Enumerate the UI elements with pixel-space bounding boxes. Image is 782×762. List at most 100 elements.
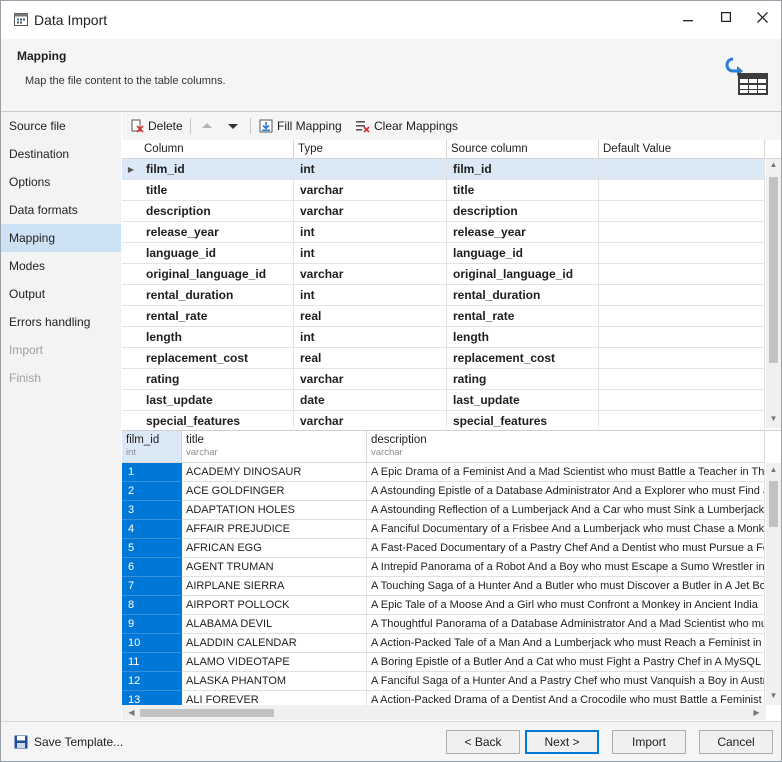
row-header[interactable]: [122, 306, 140, 327]
preview-vertical-scrollbar[interactable]: ▲ ▼: [766, 463, 781, 705]
row-header[interactable]: [122, 327, 140, 348]
mapping-cell-column[interactable]: release_year: [140, 222, 294, 243]
preview-row[interactable]: 7 AIRPLANE SIERRA A Touching Saga of a Hun…: [122, 577, 765, 596]
preview-cell-film-id[interactable]: 5: [122, 539, 182, 558]
scroll-down-icon[interactable]: ▼: [766, 414, 781, 423]
mapping-cell-default-value[interactable]: [599, 285, 765, 306]
mapping-cell-type[interactable]: int: [294, 327, 447, 348]
preview-cell-title[interactable]: ALASKA PHANTOM: [182, 672, 367, 691]
mapping-cell-type[interactable]: int: [294, 285, 447, 306]
column-header-column[interactable]: Column: [140, 140, 294, 159]
fill-mapping-button[interactable]: Fill Mapping: [259, 116, 342, 136]
scroll-up-icon[interactable]: ▲: [766, 160, 781, 169]
scroll-right-icon[interactable]: ▶: [749, 708, 764, 717]
preview-cell-description[interactable]: A Intrepid Panorama of a Robot And a Boy…: [367, 558, 765, 577]
preview-cell-title[interactable]: AIRPORT POLLOCK: [182, 596, 367, 615]
preview-cell-film-id[interactable]: 9: [122, 615, 182, 634]
preview-cell-description[interactable]: A Fast-Paced Documentary of a Pastry Che…: [367, 539, 765, 558]
minimize-button[interactable]: [667, 3, 709, 31]
preview-row[interactable]: 5 AFRICAN EGG A Fast-Paced Documentary of …: [122, 539, 765, 558]
clear-mappings-button[interactable]: Clear Mappings: [355, 116, 458, 136]
column-header-default-value[interactable]: Default Value: [599, 140, 765, 159]
mapping-cell-default-value[interactable]: [599, 201, 765, 222]
sidebar-item-modes[interactable]: Modes: [1, 252, 121, 280]
mapping-cell-type[interactable]: int: [294, 222, 447, 243]
mapping-cell-type[interactable]: varchar: [294, 180, 447, 201]
mapping-cell-type[interactable]: int: [294, 243, 447, 264]
preview-cell-title[interactable]: AFRICAN EGG: [182, 539, 367, 558]
preview-header-title[interactable]: title varchar: [182, 431, 367, 463]
mapping-cell-type[interactable]: varchar: [294, 411, 447, 428]
mapping-cell-default-value[interactable]: [599, 222, 765, 243]
mapping-row[interactable]: original_language_id varchar original_lang…: [122, 264, 765, 285]
mapping-cell-column[interactable]: rating: [140, 369, 294, 390]
preview-cell-film-id[interactable]: 7: [122, 577, 182, 596]
preview-hscroll-thumb[interactable]: [140, 709, 274, 717]
preview-cell-title[interactable]: ADAPTATION HOLES: [182, 501, 367, 520]
preview-cell-film-id[interactable]: 8: [122, 596, 182, 615]
preview-cell-title[interactable]: AGENT TRUMAN: [182, 558, 367, 577]
mapping-cell-source-column[interactable]: special_features: [447, 411, 599, 428]
mapping-row[interactable]: replacement_cost real replacement_cost: [122, 348, 765, 369]
preview-row[interactable]: 2 ACE GOLDFINGER A Astounding Epistle of a…: [122, 482, 765, 501]
mapping-cell-source-column[interactable]: release_year: [447, 222, 599, 243]
preview-cell-film-id[interactable]: 6: [122, 558, 182, 577]
scroll-down-icon[interactable]: ▼: [766, 691, 781, 700]
preview-cell-film-id[interactable]: 2: [122, 482, 182, 501]
sidebar-item-mapping[interactable]: Mapping: [1, 224, 121, 252]
preview-cell-title[interactable]: AFFAIR PREJUDICE: [182, 520, 367, 539]
mapping-cell-type[interactable]: varchar: [294, 264, 447, 285]
mapping-cell-source-column[interactable]: last_update: [447, 390, 599, 411]
mapping-cell-default-value[interactable]: [599, 411, 765, 428]
scroll-up-icon[interactable]: ▲: [766, 465, 781, 474]
mapping-row[interactable]: length int length: [122, 327, 765, 348]
mapping-cell-type[interactable]: real: [294, 348, 447, 369]
mapping-cell-source-column[interactable]: film_id: [447, 159, 599, 180]
mapping-row[interactable]: title varchar title: [122, 180, 765, 201]
mapping-cell-default-value[interactable]: [599, 348, 765, 369]
preview-cell-title[interactable]: ACADEMY DINOSAUR: [182, 463, 367, 482]
preview-row[interactable]: 9 ALABAMA DEVIL A Thoughtful Panorama of a…: [122, 615, 765, 634]
preview-cell-description[interactable]: A Epic Tale of a Moose And a Girl who mu…: [367, 596, 765, 615]
preview-cell-title[interactable]: ALABAMA DEVIL: [182, 615, 367, 634]
mapping-cell-default-value[interactable]: [599, 369, 765, 390]
preview-cell-title[interactable]: ALAMO VIDEOTAPE: [182, 653, 367, 672]
move-down-button[interactable]: [226, 116, 244, 136]
current-row-indicator-icon[interactable]: ▶: [122, 159, 140, 180]
mapping-cell-source-column[interactable]: language_id: [447, 243, 599, 264]
mapping-cell-source-column[interactable]: rental_rate: [447, 306, 599, 327]
mapping-cell-column[interactable]: rental_rate: [140, 306, 294, 327]
preview-cell-title[interactable]: AIRPLANE SIERRA: [182, 577, 367, 596]
mapping-cell-default-value[interactable]: [599, 159, 765, 180]
row-header[interactable]: [122, 264, 140, 285]
mapping-cell-column[interactable]: description: [140, 201, 294, 222]
mapping-vertical-scrollbar[interactable]: ▲ ▼: [766, 159, 781, 428]
mapping-cell-column[interactable]: film_id: [140, 159, 294, 180]
mapping-cell-column[interactable]: length: [140, 327, 294, 348]
mapping-row[interactable]: release_year int release_year: [122, 222, 765, 243]
preview-cell-title[interactable]: ALADDIN CALENDAR: [182, 634, 367, 653]
row-header[interactable]: [122, 222, 140, 243]
preview-row[interactable]: 11 ALAMO VIDEOTAPE A Boring Epistle of a B…: [122, 653, 765, 672]
import-button[interactable]: Import: [612, 730, 686, 754]
row-header[interactable]: [122, 285, 140, 306]
close-button[interactable]: [741, 3, 782, 31]
mapping-row[interactable]: rental_duration int rental_duration: [122, 285, 765, 306]
mapping-cell-source-column[interactable]: title: [447, 180, 599, 201]
sidebar-item-data-formats[interactable]: Data formats: [1, 196, 121, 224]
sidebar-item-destination[interactable]: Destination: [1, 140, 121, 168]
mapping-cell-type[interactable]: varchar: [294, 369, 447, 390]
mapping-cell-source-column[interactable]: rental_duration: [447, 285, 599, 306]
mapping-cell-source-column[interactable]: original_language_id: [447, 264, 599, 285]
mapping-row[interactable]: description varchar description: [122, 201, 765, 222]
row-header[interactable]: [122, 243, 140, 264]
mapping-row[interactable]: last_update date last_update: [122, 390, 765, 411]
mapping-row[interactable]: ▶ film_id int film_id: [122, 159, 765, 180]
column-header-source-column[interactable]: Source column: [447, 140, 599, 159]
preview-row[interactable]: 12 ALASKA PHANTOM A Fanciful Saga of a Hun…: [122, 672, 765, 691]
mapping-row[interactable]: rental_rate real rental_rate: [122, 306, 765, 327]
mapping-cell-type[interactable]: date: [294, 390, 447, 411]
mapping-cell-default-value[interactable]: [599, 390, 765, 411]
sidebar-item-output[interactable]: Output: [1, 280, 121, 308]
preview-vscroll-thumb[interactable]: [769, 481, 778, 527]
